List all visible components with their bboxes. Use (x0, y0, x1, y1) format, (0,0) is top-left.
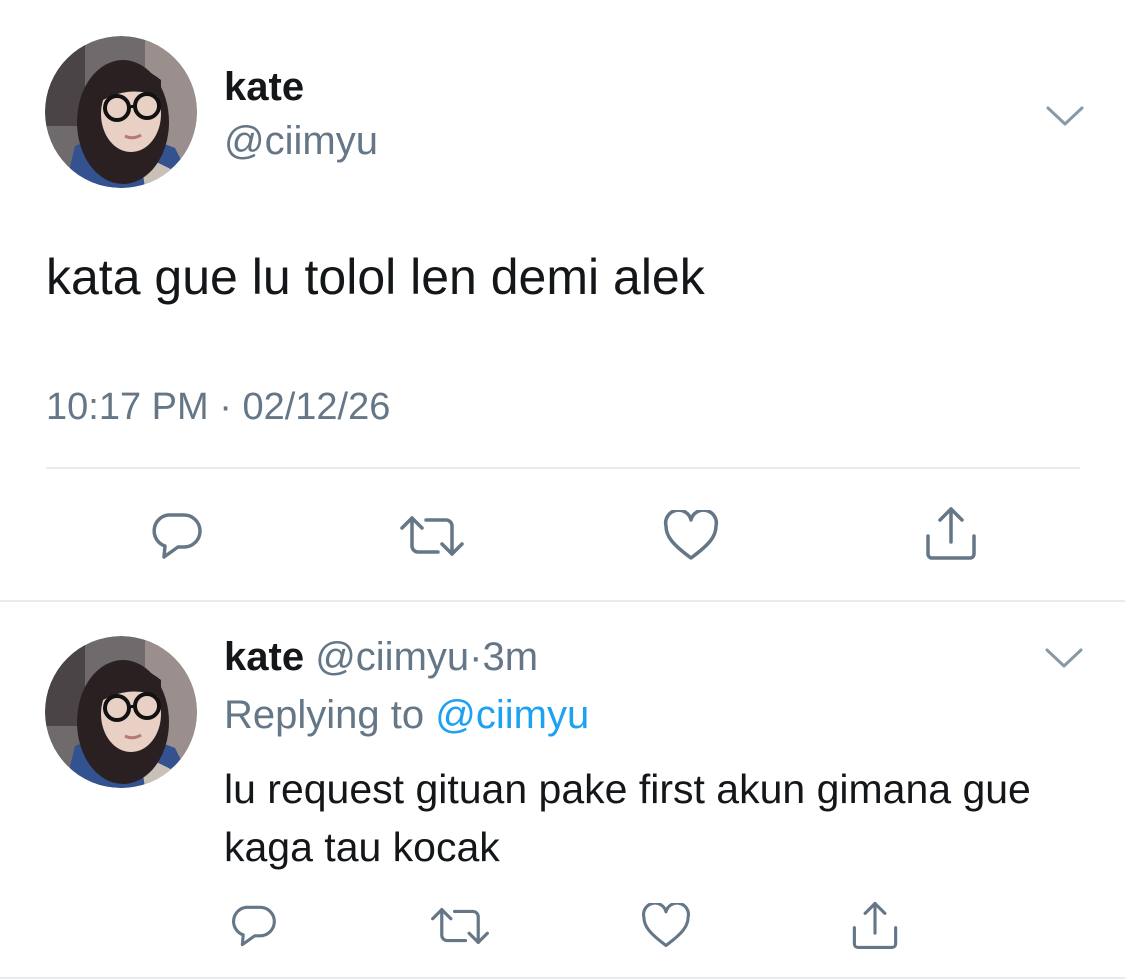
chevron-down-icon[interactable] (1044, 646, 1084, 670)
reply-header: kate @ciimyu·3m (224, 634, 538, 680)
reply-icon[interactable] (146, 508, 206, 564)
divider (46, 467, 1080, 469)
replying-to: Replying to @ciimyu (224, 692, 589, 738)
author-handle[interactable]: @ciimyu (224, 118, 378, 164)
divider (0, 977, 1125, 979)
author-display-name[interactable]: kate (224, 64, 304, 110)
like-icon[interactable] (638, 900, 694, 952)
author-display-name[interactable]: kate (224, 635, 304, 679)
reply-age[interactable]: 3m (482, 635, 538, 679)
avatar[interactable] (45, 36, 197, 188)
tweet-date: 02/12/26 (242, 386, 391, 428)
mention-link[interactable]: @ciimyu (435, 693, 589, 737)
avatar[interactable] (45, 636, 197, 788)
tweet-time: 10:17 PM (46, 386, 209, 428)
retweet-icon[interactable] (397, 508, 467, 564)
retweet-icon[interactable] (427, 902, 493, 950)
profile-photo-icon (45, 36, 197, 188)
replying-label: Replying to (224, 693, 425, 737)
reply-icon[interactable] (226, 900, 280, 952)
author-handle[interactable]: @ciimyu (315, 635, 469, 679)
chevron-down-icon[interactable] (1045, 104, 1085, 128)
profile-photo-icon (45, 636, 197, 788)
tweet-timestamp[interactable]: 10:17 PM · 02/12/26 (46, 384, 390, 430)
like-icon[interactable] (660, 506, 722, 566)
share-icon[interactable] (846, 896, 904, 954)
share-icon[interactable] (920, 502, 982, 564)
divider (0, 600, 1125, 602)
tweet-text: kata gue lu tolol len demi alek (46, 249, 705, 305)
meta-separator: · (469, 635, 483, 679)
reply-text: lu request gituan pake first akun gimana… (224, 766, 1031, 870)
meta-separator: · (219, 386, 232, 428)
